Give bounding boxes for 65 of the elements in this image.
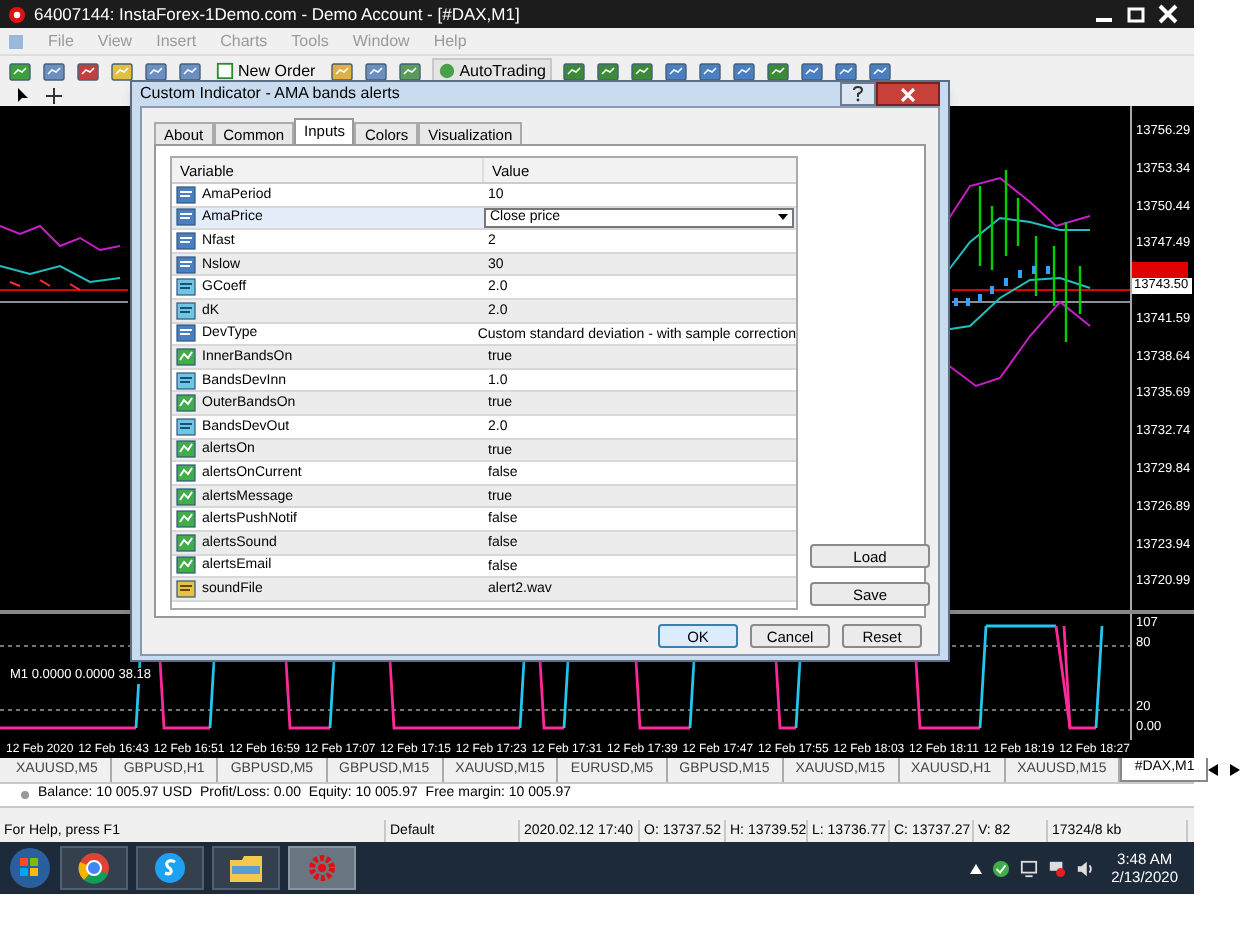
tray-expand-icon[interactable] — [969, 863, 982, 873]
taskbar-app[interactable] — [136, 846, 204, 890]
dialog-title: Custom Indicator - AMA bands alerts — [140, 82, 400, 106]
toolbar-icon[interactable] — [867, 59, 892, 83]
variable-type-icon — [176, 371, 196, 390]
dropdown-arrow-icon — [778, 214, 788, 221]
variable-type-icon — [176, 394, 196, 413]
scroll-right-icon[interactable] — [1230, 764, 1241, 776]
variable-type-icon — [176, 463, 196, 482]
speaker-icon[interactable] — [1075, 859, 1094, 877]
variable-type-icon — [176, 533, 196, 552]
gear-icon — [306, 852, 338, 884]
close-button[interactable] — [876, 82, 940, 106]
toolbar-icon[interactable] — [329, 59, 354, 83]
toolbar-icon[interactable] — [663, 59, 688, 83]
price-marker — [1132, 262, 1188, 278]
toolbar-icon[interactable] — [178, 59, 202, 83]
variable-type-icon — [176, 208, 196, 227]
toolbar-icon[interactable] — [363, 59, 388, 83]
price-chart-drawing — [0, 224, 129, 303]
check-icon[interactable] — [991, 859, 1010, 877]
variable-type-icon — [176, 301, 196, 320]
maximize-icon[interactable] — [1126, 4, 1146, 24]
variable-type-icon — [176, 231, 196, 250]
taskbar-app[interactable] — [60, 846, 128, 890]
crosshair-icon[interactable] — [46, 88, 62, 104]
variable-type-icon — [176, 417, 196, 436]
status-dot-icon — [20, 790, 30, 800]
browser-icon — [78, 852, 110, 884]
toolbar-icon[interactable] — [110, 59, 134, 83]
start-orb-icon[interactable] — [8, 846, 52, 890]
window-title: 64007144: InstaForex-1Demo.com - Demo Account - [#DAX,M1] — [34, 1, 520, 27]
variable-type-icon — [176, 347, 196, 366]
toolbar-icon[interactable] — [833, 59, 858, 83]
toolbar-icon[interactable] — [731, 59, 756, 83]
toolbar-icon[interactable] — [697, 59, 722, 83]
toolbar-icon[interactable] — [629, 59, 654, 83]
variable-type-icon — [176, 487, 196, 506]
variable-type-icon — [176, 185, 196, 204]
variable-type-icon — [176, 556, 196, 575]
variable-type-icon — [176, 255, 196, 274]
close-icon[interactable] — [1158, 4, 1178, 24]
monitor-icon[interactable] — [1019, 859, 1038, 877]
folder-icon — [228, 853, 264, 883]
toolbar-icon[interactable] — [765, 59, 790, 83]
cursor-icon[interactable] — [16, 88, 30, 104]
variable-type-icon — [176, 579, 196, 598]
variable-type-icon — [176, 278, 196, 297]
taskbar-app[interactable] — [212, 846, 280, 890]
toolbar-icon[interactable] — [799, 59, 824, 83]
new-order-button[interactable]: New Order — [212, 58, 320, 84]
variable-type-icon — [176, 324, 196, 343]
question-icon — [852, 86, 864, 102]
help-button[interactable] — [840, 82, 876, 106]
toolbar-icon[interactable] — [8, 59, 32, 83]
variable-type-icon — [176, 510, 196, 529]
toolbar-icon[interactable] — [42, 59, 66, 83]
toolbar-icon[interactable] — [76, 59, 100, 83]
close-icon — [900, 87, 916, 101]
toolbar-icon[interactable] — [144, 59, 168, 83]
toolbar-icon[interactable] — [595, 59, 620, 83]
toolbar-icon[interactable] — [561, 59, 586, 83]
variable-type-icon — [176, 440, 196, 459]
toolbar-icon[interactable] — [397, 59, 422, 83]
app-logo-icon — [8, 5, 26, 23]
